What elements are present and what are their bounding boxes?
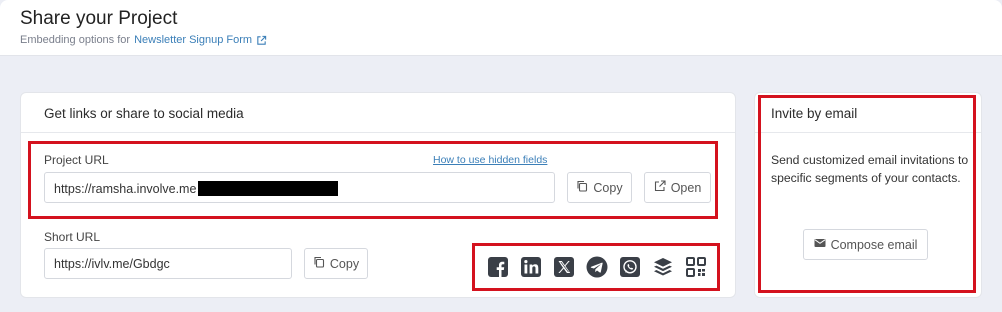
- social-share-icons: [486, 255, 708, 279]
- invite-description: Send customized email invitations to spe…: [771, 153, 969, 185]
- invite-card-header: Invite by email: [755, 93, 981, 133]
- open-label: Open: [670, 180, 702, 195]
- copy-label: Copy: [593, 180, 623, 195]
- copy-project-url-button[interactable]: Copy: [567, 172, 632, 203]
- form-link[interactable]: Newsletter Signup Form: [134, 34, 252, 46]
- open-project-button[interactable]: Open: [644, 172, 711, 203]
- linkedin-icon[interactable]: [519, 255, 543, 279]
- x-icon[interactable]: [552, 255, 576, 279]
- open-external-icon: [654, 180, 666, 195]
- hidden-fields-link[interactable]: How to use hidden fields: [433, 154, 547, 166]
- project-url-label: Project URL: [44, 153, 109, 167]
- page-header: Share your Project Embedding options for…: [0, 0, 1002, 56]
- project-url-input[interactable]: https://ramsha.involve.me: [44, 172, 555, 203]
- whatsapp-icon[interactable]: [618, 255, 642, 279]
- telegram-icon[interactable]: [585, 255, 609, 279]
- page-title: Share your Project: [20, 8, 178, 29]
- invite-email-card: Invite by email Send customized email in…: [754, 92, 982, 298]
- subtitle-prefix: Embedding options for: [20, 34, 131, 46]
- redaction-bar: [198, 181, 339, 196]
- copy-short-url-button[interactable]: Copy: [304, 248, 368, 279]
- envelope-icon: [814, 237, 826, 252]
- short-url-input[interactable]: https://ivlv.me/Gbdgc: [44, 248, 292, 279]
- qr-code-icon[interactable]: [684, 255, 708, 279]
- copy-icon: [313, 256, 325, 271]
- copy-label: Copy: [329, 256, 360, 271]
- invite-card-title: Invite by email: [771, 106, 858, 121]
- project-url-value: https://ramsha.involve.me: [54, 182, 197, 196]
- compose-email-button[interactable]: Compose email: [803, 229, 928, 260]
- facebook-icon[interactable]: [486, 255, 510, 279]
- share-card-title: Get links or share to social media: [44, 106, 244, 121]
- short-url-value: https://ivlv.me/Gbdgc: [54, 257, 170, 271]
- page-subtitle: Embedding options for Newsletter Signup …: [20, 34, 267, 46]
- external-link-icon[interactable]: [256, 35, 267, 46]
- share-card-header: Get links or share to social media: [21, 93, 735, 133]
- compose-label: Compose email: [830, 237, 918, 252]
- short-url-label: Short URL: [44, 230, 101, 244]
- copy-icon: [576, 180, 588, 195]
- buffer-icon[interactable]: [651, 255, 675, 279]
